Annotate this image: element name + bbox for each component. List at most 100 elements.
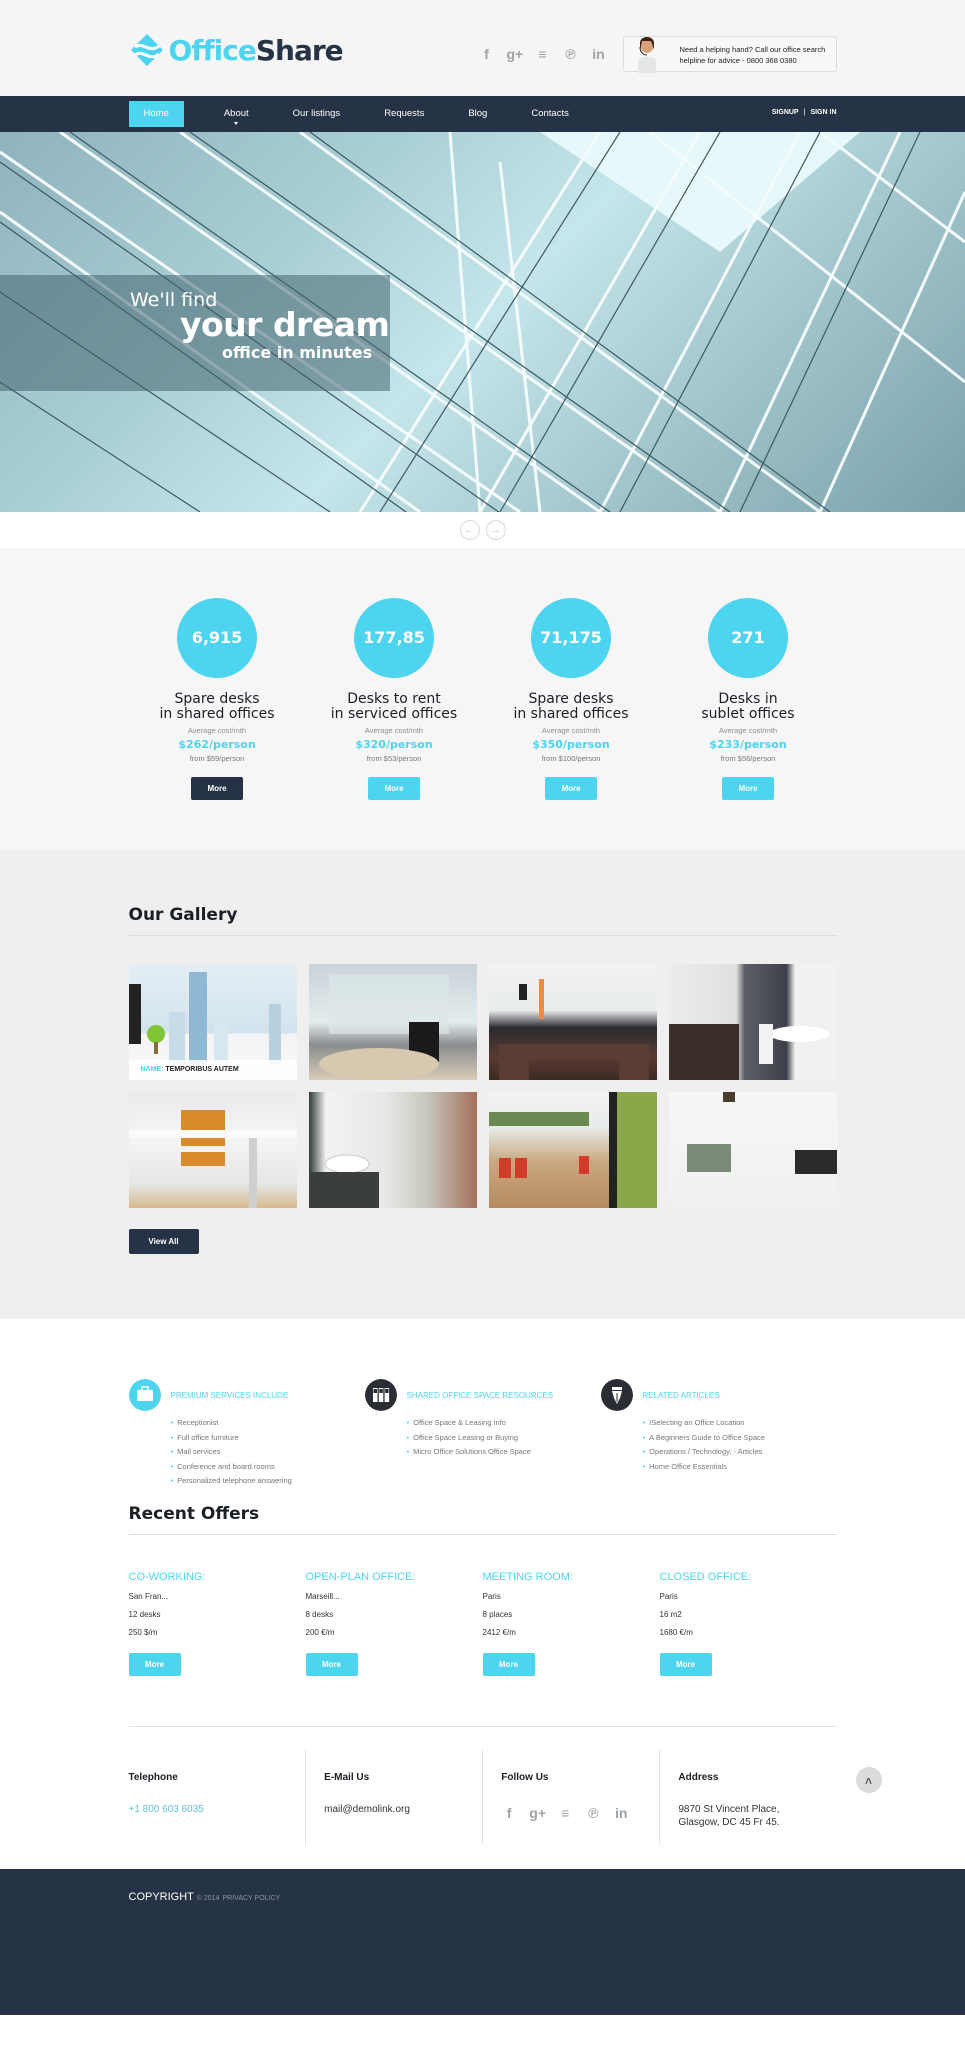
offer-price: 1680 €/m [659,1628,693,1637]
signup-link[interactable]: SIGNUP [772,109,799,116]
info-heading: SHARED OFFICE SPACE RESOURCES [406,1391,554,1400]
pen-nib-icon [600,1379,633,1411]
contact-email: E-Mail Us mail@demolink.org [305,1750,482,1845]
logo-mark-icon [130,34,163,66]
info-section: PREMIUM SERVICES INCLUDE Receptionist Fu… [0,1319,965,1496]
nav-about-label: About [223,108,249,119]
pinterest-icon[interactable]: ℗ [585,1805,601,1821]
view-all-button[interactable]: View All [128,1229,199,1254]
google-plus-icon[interactable]: g+ [529,1805,546,1821]
stat-number: 271 [708,598,788,678]
gallery-caption: NAME: TEMPORIBUS AUTEM [128,1060,297,1080]
gallery-item[interactable] [488,964,657,1080]
gallery-item[interactable] [668,1092,837,1208]
home-desk-image [128,1110,297,1208]
offer-size: 8 desks [305,1610,334,1619]
stat-subtitle: Average cost/mth [364,726,424,735]
pinterest-icon[interactable]: ℗ [563,46,579,62]
more-button[interactable]: More [128,1653,181,1676]
hero-line-2: your dream [180,305,390,344]
info-list-item[interactable]: A Beginners Guide to Office Space [643,1431,837,1446]
gallery-item[interactable] [308,964,477,1080]
logo[interactable]: OfficeShare [129,32,344,68]
info-list-item[interactable]: Home Office Essentials [643,1460,837,1475]
rss-icon[interactable]: ≡ [557,1805,573,1821]
stat-subtitle: Average cost/mth [541,726,601,735]
hero-line-3: office in minutes [222,343,373,362]
executive-office-image [668,1024,829,1080]
chevron-up-icon[interactable]: ˄ [855,1767,882,1793]
info-list-item[interactable]: Conference and board rooms [171,1460,365,1475]
nav-contacts[interactable]: Contacts [511,101,589,127]
nav-our-listings[interactable]: Our listings [273,101,361,127]
nav-home[interactable]: Home [128,101,184,127]
main-nav: Home About Our listings Requests Blog Co… [0,96,965,132]
glass-office-image [318,974,449,1080]
info-column: SHARED OFFICE SPACE RESOURCES Office Spa… [364,1379,601,1489]
info-list-item[interactable]: Receptionist [171,1416,365,1431]
more-button[interactable]: More [305,1653,358,1676]
telephone-link[interactable]: +1 800 603 6035 [129,1803,306,1816]
nav-blog[interactable]: Blog [448,101,507,127]
divider [128,935,837,936]
info-list-item[interactable]: Personalized telephone answering [171,1474,365,1489]
rss-icon[interactable]: ≡ [535,46,551,62]
arrow-right-icon[interactable]: → [485,520,506,540]
more-button[interactable]: More [482,1653,535,1676]
signin-link[interactable]: SIGN IN [810,109,836,116]
hero-caption: We'll find your dream office in minutes [0,275,390,391]
arrow-left-icon[interactable]: ← [459,520,480,540]
offer-card: CO-WORKING: San Fran... 12 desks 250 $/m… [128,1571,306,1676]
gallery-title: Our Gallery [128,905,238,925]
info-list-item[interactable]: Office Space Leasing or Buying [407,1431,601,1446]
contact-telephone: Telephone +1 800 603 6035 [129,1750,306,1845]
contact-row: Telephone +1 800 603 6035 E-Mail Us mail… [129,1750,837,1845]
more-button[interactable]: More [191,777,243,800]
info-list-item[interactable]: Operations / Technology, - Articles [643,1445,837,1460]
divider [128,1534,837,1535]
bathroom-image [308,1154,379,1208]
privacy-policy-link[interactable]: PRIVACY POLICY [223,1895,281,1902]
stat-from: from $59/person [189,754,245,763]
gallery-item[interactable] [488,1092,657,1208]
stat-price: $262/person [178,738,256,751]
more-button[interactable]: More [368,777,420,800]
more-button[interactable]: More [659,1653,712,1676]
facebook-icon[interactable]: f [479,46,495,62]
nav-requests[interactable]: Requests [364,101,444,127]
stat-number: 71,175 [531,598,611,678]
stat-price: $233/person [709,738,787,751]
copyright-year: © 2014 [196,1895,220,1902]
google-plus-icon[interactable]: g+ [507,46,524,62]
caret-down-icon [234,122,239,125]
info-list-item[interactable]: ISelecting an Office Location [643,1416,837,1431]
more-button[interactable]: More [722,777,774,800]
info-list-item[interactable]: Office Space & Leasing Info [407,1416,601,1431]
linkedin-icon[interactable]: in [591,46,607,62]
conference-room-image [498,979,649,1080]
email-label: E-Mail Us [324,1772,370,1783]
site-footer: COPYRIGHT © 2014 PRIVACY POLICY [0,1869,965,2015]
info-list-item[interactable]: Micro Office Solutions Office Space [407,1445,601,1460]
gallery-item[interactable]: NAME: TEMPORIBUS AUTEM [128,964,297,1080]
email-link[interactable]: mail@demolink.org [324,1803,482,1816]
info-list-item[interactable]: Mail services [171,1445,365,1460]
address-text: 9870 St Vincent Place, Glasgow, DC 45 Fr … [678,1804,780,1828]
stat-from: from $53/person [366,754,422,763]
more-button[interactable]: More [545,777,597,800]
gallery-item[interactable] [668,964,837,1080]
slider-controls: ← → [0,512,965,548]
linkedin-icon[interactable]: in [613,1805,629,1821]
stat-price: $350/person [532,738,610,751]
stat-price: $320/person [355,738,433,751]
contact-follow: Follow Us f g+ ≡ ℗ in [482,1750,659,1845]
stat-from: from $56/person [720,754,776,763]
gallery-item[interactable] [128,1092,297,1208]
nav-about[interactable]: About [204,101,269,127]
facebook-icon[interactable]: f [501,1805,517,1821]
offer-heading: OPEN-PLAN OFFICE: [305,1571,416,1583]
gallery-item[interactable] [308,1092,477,1208]
offers-section: Recent Offers CO-WORKING: San Fran... 12… [0,1504,965,1845]
helpline-text: Need a helping hand? Call our office sea… [679,45,826,65]
info-list-item[interactable]: Full office furniture [171,1431,365,1446]
